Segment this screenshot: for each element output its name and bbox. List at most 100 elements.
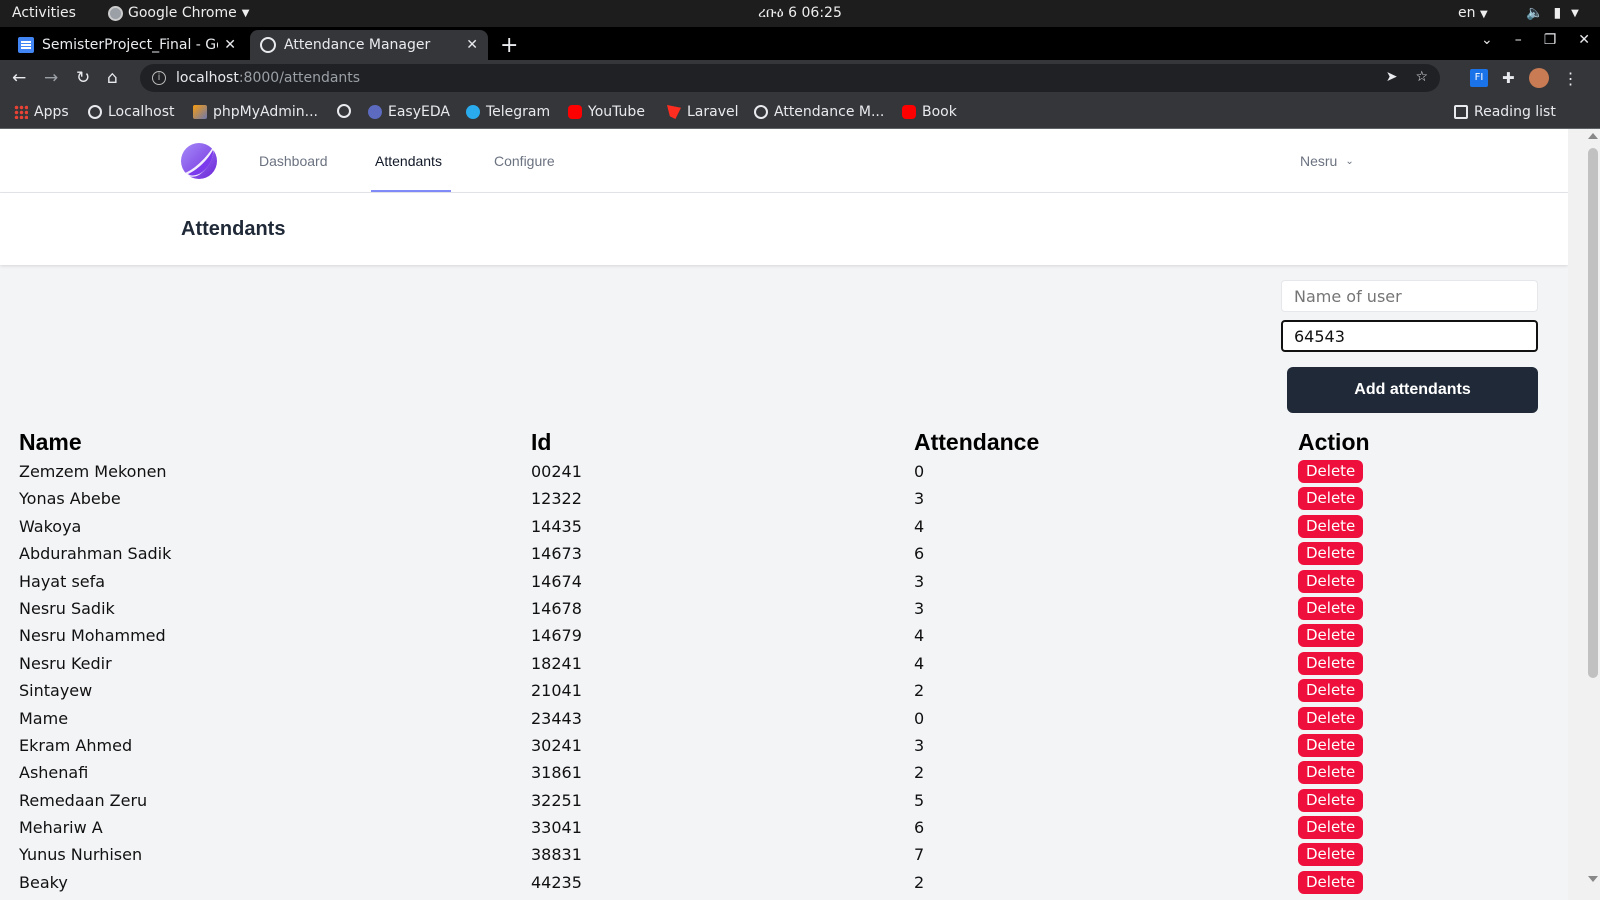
user-menu[interactable]: Nesru ⌄ xyxy=(1300,153,1354,169)
cell-name: Ekram Ahmed xyxy=(19,735,133,755)
bookmark-book[interactable]: Book xyxy=(902,104,957,120)
send-icon[interactable]: ➤ xyxy=(1386,69,1398,85)
scroll-up-arrow-icon[interactable] xyxy=(1588,133,1598,139)
nav-dashboard[interactable]: Dashboard xyxy=(259,153,328,169)
bookmark-globe[interactable] xyxy=(337,104,357,118)
bookmark-youtube[interactable]: YouTube xyxy=(568,104,645,120)
table-row: Yonas Abebe 12322 3 Delete xyxy=(0,487,1568,514)
delete-button[interactable]: Delete xyxy=(1298,460,1364,483)
bookmark-telegram[interactable]: Telegram xyxy=(466,104,550,120)
user-id-input[interactable] xyxy=(1281,320,1538,352)
close-icon[interactable]: ✕ xyxy=(224,37,236,53)
bookmark-attendance[interactable]: Attendance M... xyxy=(754,104,884,120)
language-indicator[interactable]: en ▼ xyxy=(1458,5,1488,21)
delete-button[interactable]: Delete xyxy=(1298,569,1364,593)
home-icon[interactable]: ⌂ xyxy=(107,68,118,88)
delete-button[interactable]: Delete xyxy=(1298,679,1364,703)
page-scrollbar-thumb[interactable] xyxy=(1588,148,1598,678)
bookmark-label: Laravel xyxy=(687,104,739,120)
tab-title: SemisterProject_Final - Go xyxy=(42,37,219,53)
cell-name: Zemzem Mekonen xyxy=(19,462,167,481)
bookmark-star-icon[interactable]: ☆ xyxy=(1415,69,1428,85)
extension-fi-icon[interactable]: FI xyxy=(1470,69,1488,87)
delete-button[interactable]: Delete xyxy=(1298,843,1364,867)
bookmark-apps[interactable]: Apps xyxy=(14,104,69,120)
close-icon[interactable]: ✕ xyxy=(466,37,478,53)
cell-action: Delete xyxy=(1298,651,1364,675)
youtube-icon xyxy=(902,105,916,119)
extensions-puzzle-icon[interactable]: ✚ xyxy=(1502,69,1515,87)
bookmark-laravel[interactable]: Laravel xyxy=(667,104,739,120)
profile-avatar[interactable] xyxy=(1528,68,1549,88)
scroll-down-arrow-icon[interactable] xyxy=(1588,876,1598,882)
chevron-down-icon: ⌄ xyxy=(1345,155,1354,167)
google-docs-icon xyxy=(18,37,34,53)
cell-attendance: 3 xyxy=(914,735,925,755)
site-info-icon[interactable]: i xyxy=(152,71,166,85)
delete-button[interactable]: Delete xyxy=(1298,542,1364,566)
cell-action: Delete xyxy=(1298,679,1364,703)
battery-icon: ▮ xyxy=(1553,5,1562,21)
clock[interactable]: ረቡዕ 6 06:25 xyxy=(758,5,842,21)
tab-strip: SemisterProject_Final - Go ✕ Attendance … xyxy=(0,27,1600,60)
page-title: Attendants xyxy=(181,218,286,240)
cell-id: 00241 xyxy=(531,462,582,481)
bookmark-label: Attendance M... xyxy=(774,104,885,120)
cell-action: Delete xyxy=(1298,542,1364,566)
delete-button[interactable]: Delete xyxy=(1298,761,1364,785)
cell-id: 12322 xyxy=(531,489,582,509)
cell-action: Delete xyxy=(1298,816,1364,840)
cell-attendance: 7 xyxy=(914,845,925,865)
nav-configure[interactable]: Configure xyxy=(494,153,555,169)
bookmark-phpmyadmin[interactable]: phpMyAdmin... xyxy=(193,104,318,120)
reading-list[interactable]: Reading list xyxy=(1454,104,1556,120)
cell-action: Delete xyxy=(1298,460,1364,483)
reload-icon[interactable]: ↻ xyxy=(76,68,90,88)
cell-attendance: 2 xyxy=(914,763,925,783)
cell-action: Delete xyxy=(1298,487,1364,511)
activities-button[interactable]: Activities xyxy=(12,5,76,21)
nav-attendants[interactable]: Attendants xyxy=(375,153,442,169)
cell-id: 23443 xyxy=(531,708,582,728)
table-row: Zemzem Mekonen 00241 0 Delete xyxy=(0,460,1568,487)
app-menu[interactable]: Google Chrome ▼ xyxy=(108,5,249,21)
cell-action: Delete xyxy=(1298,733,1364,757)
table-row: Abdurahman Sadik 14673 6 Delete xyxy=(0,542,1568,569)
add-attendants-button[interactable]: Add attendants xyxy=(1287,367,1538,413)
delete-button[interactable]: Delete xyxy=(1298,788,1364,812)
forward-arrow-icon[interactable]: → xyxy=(44,68,58,88)
delete-button[interactable]: Delete xyxy=(1298,870,1364,894)
reading-list-label: Reading list xyxy=(1474,104,1556,120)
back-arrow-icon[interactable]: ← xyxy=(12,68,26,88)
delete-button[interactable]: Delete xyxy=(1298,624,1364,648)
cell-name: Yunus Nurhisen xyxy=(19,845,143,865)
delete-button[interactable]: Delete xyxy=(1298,816,1364,840)
bookmark-localhost[interactable]: Localhost xyxy=(88,104,175,120)
browser-tab-active[interactable]: Attendance Manager ✕ xyxy=(250,30,488,60)
browser-tab[interactable]: SemisterProject_Final - Go ✕ xyxy=(8,30,246,60)
delete-button[interactable]: Delete xyxy=(1298,706,1364,730)
cell-id: 44235 xyxy=(531,872,582,892)
delete-button[interactable]: Delete xyxy=(1298,596,1364,620)
delete-button[interactable]: Delete xyxy=(1298,733,1364,757)
bookmark-easyeda[interactable]: EasyEDA xyxy=(368,104,450,120)
new-tab-button[interactable]: + xyxy=(500,33,518,58)
cell-id: 38831 xyxy=(531,845,582,865)
system-menu[interactable]: 🔈 ▮ ▼ xyxy=(1526,5,1579,21)
name-of-user-input[interactable] xyxy=(1281,280,1538,312)
minimize-icon[interactable]: – xyxy=(1515,32,1522,48)
delete-button[interactable]: Delete xyxy=(1298,651,1364,675)
close-window-icon[interactable]: ✕ xyxy=(1578,32,1590,48)
cell-attendance: 0 xyxy=(914,462,925,481)
app-logo-icon[interactable] xyxy=(181,143,217,179)
cell-name: Nesru Kedir xyxy=(19,653,112,673)
restore-icon[interactable]: ❐ xyxy=(1544,32,1557,48)
delete-button[interactable]: Delete xyxy=(1298,487,1364,511)
address-bar[interactable]: i localhost:8000/attendants ➤ ☆ xyxy=(140,64,1440,92)
tab-search-icon[interactable]: ⌄ xyxy=(1481,32,1493,48)
delete-button[interactable]: Delete xyxy=(1298,514,1364,538)
kebab-menu-icon[interactable]: ⋮ xyxy=(1563,69,1579,88)
cell-id: 14673 xyxy=(531,544,582,564)
app-name: Google Chrome xyxy=(128,5,237,21)
easyeda-icon xyxy=(368,105,382,119)
